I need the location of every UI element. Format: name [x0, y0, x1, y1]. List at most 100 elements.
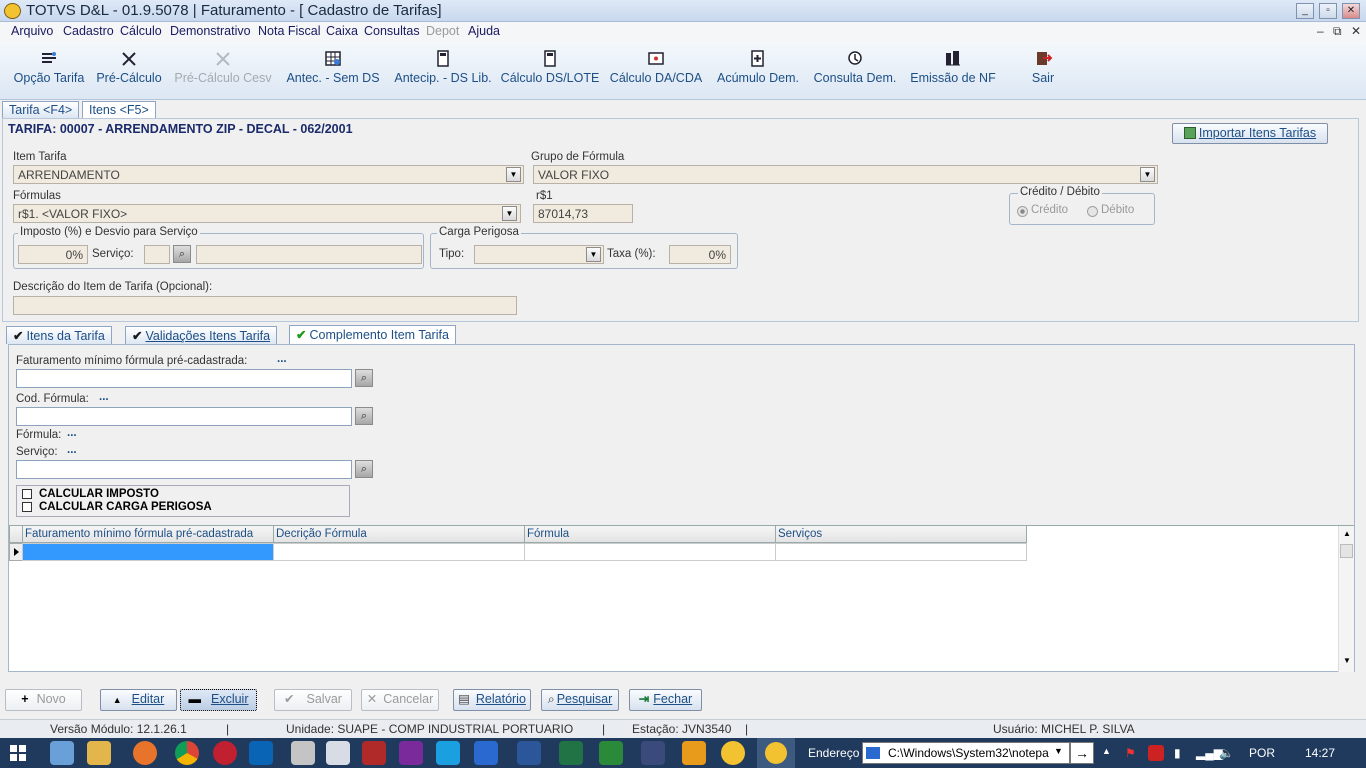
totvs-active-icon[interactable]	[757, 738, 795, 768]
fat-min-input[interactable]	[16, 369, 352, 388]
taskbar-app-icon[interactable]	[213, 741, 237, 765]
tab-itens-da-tarifa[interactable]: ✔ Itens da Tarifa	[6, 326, 112, 344]
taskbar-app-icon[interactable]	[133, 741, 157, 765]
calculo-da-cda-button[interactable]: Cálculo DA/CDA	[606, 42, 706, 100]
menu-cadastro[interactable]: Cadastro	[63, 24, 114, 38]
search-icon[interactable]: ⌕	[173, 245, 191, 263]
cod-formula-input[interactable]	[16, 407, 352, 426]
menu-consultas[interactable]: Consultas	[364, 24, 420, 38]
taskbar-app-icon[interactable]	[291, 741, 315, 765]
novo-button[interactable]: + Novo	[5, 689, 82, 711]
windows-start-icon[interactable]	[10, 745, 26, 764]
servico-code-field[interactable]	[144, 245, 170, 264]
tab-complemento-item-tarifa[interactable]: ✔ Complemento Item Tarifa	[289, 325, 456, 344]
clock[interactable]: 14:27	[1305, 746, 1335, 760]
menu-nota-fiscal[interactable]: Nota Fiscal	[258, 24, 321, 38]
taskbar-app-icon[interactable]	[50, 741, 74, 765]
antec-sem-ds-button[interactable]: Antec. - Sem DS	[283, 42, 383, 100]
formulas-select[interactable]: r$1. <VALOR FIXO>	[13, 204, 521, 223]
servico-more-link[interactable]: ...	[67, 444, 77, 456]
grid-cell[interactable]	[524, 543, 776, 561]
item-tarifa-select[interactable]: ARRENDAMENTO	[13, 165, 524, 184]
tab-validacoes-itens-tarifa[interactable]: ✔ Validações Itens Tarifa	[125, 326, 278, 344]
taskbar-app-icon[interactable]	[721, 741, 745, 765]
excluir-button[interactable]: ▬ Excluir	[180, 689, 257, 711]
credito-radio[interactable]	[1017, 206, 1028, 217]
antecip-ds-lib-button[interactable]: Antecip. - DS Lib.	[391, 42, 495, 100]
taskbar-app-icon[interactable]	[474, 741, 498, 765]
language-indicator[interactable]: POR	[1249, 746, 1275, 760]
emissao-nf-button[interactable]: Emissão de NF	[908, 42, 998, 100]
file-explorer-icon[interactable]	[87, 741, 111, 765]
restore-icon[interactable]: ▫	[1319, 3, 1337, 19]
relatorio-button[interactable]: ▤ Relatório	[453, 689, 531, 711]
vertical-scrollbar[interactable]: ▲ ▼	[1338, 526, 1354, 672]
outlook-icon[interactable]	[249, 741, 273, 765]
grid-header-servicos[interactable]: Serviços	[775, 526, 1027, 543]
chrome-icon[interactable]	[175, 741, 199, 765]
opcao-tarifa-button[interactable]: Opção Tarifa	[10, 42, 88, 100]
menu-demonstrativo[interactable]: Demonstrativo	[170, 24, 251, 38]
grid-header-fat-min[interactable]: Faturamento mínimo fórmula pré-cadastrad…	[22, 526, 274, 543]
r1-field[interactable]: 87014,73	[533, 204, 633, 223]
menu-ajuda[interactable]: Ajuda	[468, 24, 500, 38]
battery-icon[interactable]: ▮	[1174, 746, 1181, 760]
tray-expand-icon[interactable]: ▲	[1102, 746, 1111, 756]
servico-input[interactable]	[16, 460, 352, 479]
grid-header-descricao[interactable]: Decrição Fórmula	[273, 526, 525, 543]
cancelar-button[interactable]: ✕ Cancelar	[361, 689, 439, 711]
taskbar-app-icon[interactable]	[641, 741, 665, 765]
formula-more-link[interactable]: ...	[67, 427, 77, 439]
chevron-down-icon[interactable]: ▼	[1054, 746, 1063, 756]
scroll-thumb[interactable]	[1340, 544, 1353, 558]
salvar-button[interactable]: ✔ Salvar	[274, 689, 352, 711]
importar-itens-tarifas-button[interactable]: Importar Itens Tarifas	[1172, 123, 1328, 144]
tipo-select[interactable]	[474, 245, 604, 264]
taskbar-app-icon[interactable]	[599, 741, 623, 765]
search-icon[interactable]: ⌕	[355, 460, 373, 478]
onenote-icon[interactable]	[399, 741, 423, 765]
address-input[interactable]: C:\Windows\System32\notepa	[862, 742, 1070, 764]
mdi-close-icon[interactable]: ✕	[1351, 24, 1361, 38]
chevron-down-icon[interactable]: ▼	[502, 206, 517, 221]
mdi-minimize-icon[interactable]: ‒	[1317, 24, 1324, 38]
search-icon[interactable]: ⌕	[355, 369, 373, 387]
grid-cell-selected[interactable]	[22, 543, 274, 561]
scroll-up-icon[interactable]: ▲	[1343, 529, 1351, 538]
calcular-imposto-checkbox[interactable]	[22, 489, 32, 499]
taskbar-app-icon[interactable]	[362, 741, 386, 765]
menu-arquivo[interactable]: Arquivo	[11, 24, 53, 38]
pre-calculo-button[interactable]: Pré-Cálculo	[94, 42, 164, 100]
minimize-icon[interactable]: _	[1296, 3, 1314, 19]
sair-button[interactable]: Sair	[1024, 42, 1062, 100]
taxa-field[interactable]: 0%	[669, 245, 731, 264]
mdi-restore-icon[interactable]: ⧉	[1333, 24, 1342, 39]
chevron-down-icon[interactable]: ▼	[1140, 167, 1155, 182]
excel-icon[interactable]	[559, 741, 583, 765]
search-icon[interactable]: ⌕	[355, 407, 373, 425]
notification-icon[interactable]: ⚑	[1125, 746, 1136, 760]
calcular-carga-checkbox[interactable]	[22, 502, 32, 512]
close-icon[interactable]: ✕	[1342, 3, 1360, 19]
grid-cell[interactable]	[273, 543, 525, 561]
chevron-down-icon[interactable]: ▼	[586, 247, 601, 262]
menu-calculo[interactable]: Cálculo	[120, 24, 162, 38]
tab-tarifa[interactable]: Tarifa <F4>	[2, 101, 80, 118]
pesquisar-button[interactable]: ⌕ Pesquisar	[541, 689, 619, 711]
calculator-icon[interactable]	[326, 741, 350, 765]
media-player-icon[interactable]	[682, 741, 706, 765]
editar-button[interactable]: ▲ Editar	[100, 689, 177, 711]
cod-formula-more-link[interactable]: ...	[99, 391, 109, 403]
fechar-button[interactable]: ⇥ Fechar	[629, 689, 702, 711]
menu-caixa[interactable]: Caixa	[326, 24, 358, 38]
volume-icon[interactable]: 🔈	[1219, 746, 1234, 760]
descricao-field[interactable]	[13, 296, 517, 315]
imposto-field[interactable]: 0%	[18, 245, 88, 264]
fat-min-more-link[interactable]: ...	[277, 353, 287, 365]
consulta-dem-button[interactable]: Consulta Dem.	[810, 42, 900, 100]
tab-itens[interactable]: Itens <F5>	[82, 101, 156, 118]
grid-cell[interactable]	[775, 543, 1027, 561]
calculo-ds-lote-button[interactable]: Cálculo DS/LOTE	[500, 42, 600, 100]
grid-header-formula[interactable]: Fórmula	[524, 526, 776, 543]
servico-desc-field[interactable]	[196, 245, 422, 264]
